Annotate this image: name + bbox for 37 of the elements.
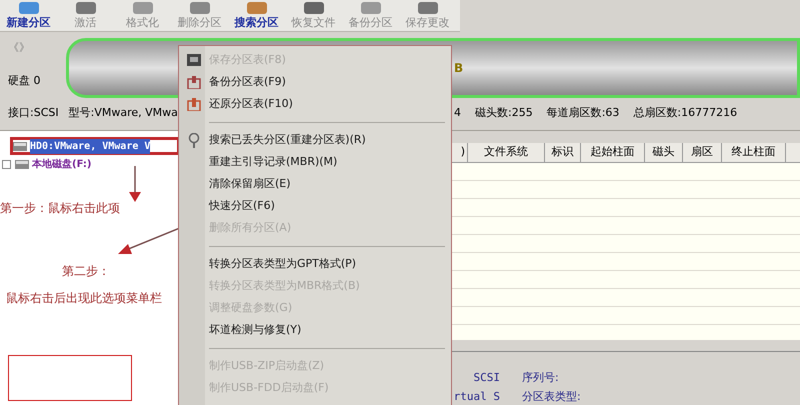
detail-value: SCSI [474,370,500,386]
arrow-icon [129,166,141,202]
column-header[interactable]: 文件系统 [468,142,545,162]
column-header[interactable]: 终止柱面 [722,142,786,162]
menu-item[interactable]: 重建主引导记录(MBR)(M) [209,154,338,170]
menu-item[interactable]: 还原分区表(F10) [209,96,293,112]
annotation-text: 第一步：鼠标右击此项 [0,200,120,217]
detail-label: 分区表类型: [522,388,581,404]
arrow-icon [118,226,180,256]
disk-info: 磁头数:255 [475,104,533,121]
menu-item[interactable]: 搜索已丢失分区(重建分区表)(R) [209,132,366,148]
detail-label: 序列号: [522,370,560,386]
disk-info: 每道扇区数:63 [546,104,620,121]
menu-item[interactable]: 备份分区表(F9) [209,74,286,90]
column-header[interactable]: 起始柱面 [581,142,645,162]
toolbar-button[interactable]: 搜索分区 [230,2,283,31]
detail-value: rtual S [454,388,500,404]
bulb-icon [188,132,200,148]
menu-item[interactable]: 转换分区表类型为GPT格式(P) [209,256,356,272]
column-header[interactable]: 扇区 [683,142,722,162]
tree-item[interactable]: HD0:VMware, VMware V [30,138,150,154]
disk-info: 4 [454,104,461,121]
expand-icon[interactable] [2,160,11,168]
menu-item[interactable]: 快速分区(F6) [209,198,275,214]
disk-info: 接口:SCSI [8,104,59,121]
disk-label: 硬盘 0 [8,72,42,88]
annotation-text: 鼠标右击后出现此选项菜单栏 [6,290,162,307]
disk-info: 型号:VMware, VMwa [68,104,178,121]
annotation-text: 第二步： [62,263,110,280]
column-header[interactable]: 标识 [545,142,581,162]
tree-item[interactable]: 本地磁盘(F:) [32,156,92,172]
disk-info: 总扇区数:16777216 [633,104,738,121]
partition-mark: B [454,60,464,77]
menu-item[interactable]: 清除保留扇区(E) [209,176,291,192]
column-header[interactable]: 磁头 [645,142,683,162]
menu-item[interactable]: 坏道检测与修复(Y) [209,322,302,338]
toolbar-button[interactable]: 新建分区 [2,2,55,31]
